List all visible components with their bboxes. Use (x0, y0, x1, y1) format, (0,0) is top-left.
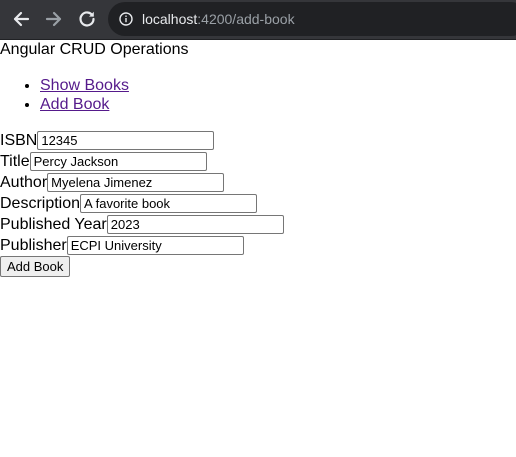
isbn-label: ISBN (0, 132, 38, 149)
published-year-label: Published Year (0, 216, 107, 233)
author-row: Author (0, 172, 225, 193)
reload-button[interactable] (75, 7, 99, 31)
forward-button[interactable] (42, 7, 66, 31)
address-bar[interactable]: localhost:4200/add-book (108, 2, 516, 36)
title-input[interactable] (29, 152, 207, 171)
arrow-right-icon (45, 11, 62, 27)
browser-toolbar: localhost:4200/add-book (0, 0, 516, 40)
info-icon[interactable] (119, 12, 133, 26)
isbn-input[interactable] (37, 131, 215, 150)
publisher-input[interactable] (66, 236, 244, 255)
add-book-link[interactable]: Add Book (40, 96, 109, 113)
description-input[interactable] (80, 194, 258, 213)
nav-item-show-books: Show Books (40, 76, 129, 95)
arrow-left-icon (13, 11, 30, 27)
title-row: Title (0, 151, 207, 172)
url-text: localhost:4200/add-book (142, 11, 295, 27)
description-label: Description (0, 195, 81, 212)
add-book-button[interactable]: Add Book (0, 256, 71, 277)
publisher-label: Publisher (0, 237, 67, 254)
publisher-row: Publisher (0, 235, 244, 256)
isbn-row: ISBN (0, 130, 215, 151)
url-path: :4200/add-book (197, 11, 295, 27)
nav-list: Show Books Add Book (0, 76, 129, 114)
reload-icon (79, 11, 95, 27)
author-input[interactable] (47, 173, 225, 192)
published-year-row: Published Year (0, 214, 284, 235)
title-label: Title (0, 153, 30, 170)
nav-item-add-book: Add Book (40, 95, 129, 114)
description-row: Description (0, 193, 258, 214)
app-title: Angular CRUD Operations (0, 41, 189, 58)
show-books-link[interactable]: Show Books (40, 77, 129, 94)
author-label: Author (0, 174, 48, 191)
back-button[interactable] (9, 7, 33, 31)
published-year-input[interactable] (106, 215, 284, 234)
url-host: localhost (142, 11, 198, 27)
